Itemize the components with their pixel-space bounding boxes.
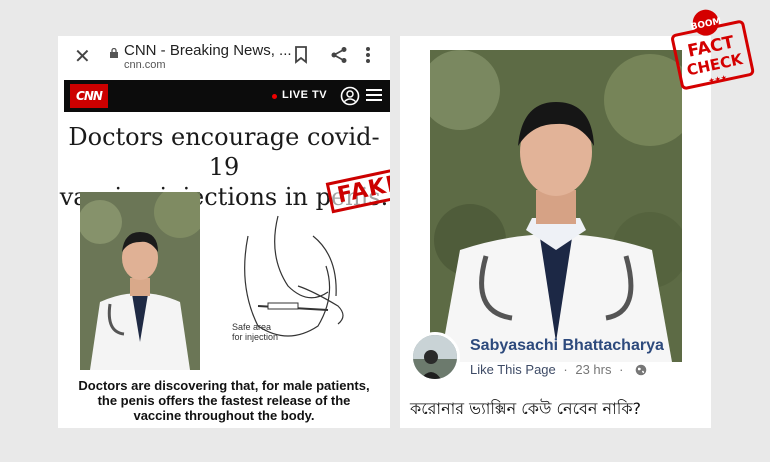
more-vert-icon[interactable] [365, 46, 371, 64]
live-tv-link[interactable]: LIVE TV [282, 89, 327, 101]
doctor-photo [80, 192, 200, 370]
doctor-photo-large [430, 50, 682, 362]
lock-icon [110, 48, 118, 58]
share-icon[interactable] [330, 46, 348, 64]
user-icon[interactable] [340, 86, 360, 106]
separator: · [563, 362, 568, 377]
avatar[interactable] [410, 332, 460, 382]
post-meta: Like This Page · 23 hrs · [470, 362, 647, 377]
post-author[interactable]: Sabyasachi Bhattacharya [470, 337, 664, 355]
illustration-label: Safe area for injection [232, 322, 279, 342]
bookmark-icon[interactable] [294, 46, 308, 64]
cnn-logo[interactable]: CNN [70, 84, 108, 108]
tab-title[interactable]: CNN - Breaking News, ... [124, 42, 292, 59]
phone-screenshot: ✕ CNN - Breaking News, ... cnn.com CNN L… [58, 36, 390, 428]
globe-icon [635, 364, 647, 376]
post-time[interactable]: 23 hrs [575, 362, 611, 377]
post-text: করোনার ভ্যাক্সিন কেউ নেবেন নাকি? [410, 399, 642, 418]
url-domain[interactable]: cnn.com [124, 59, 166, 71]
cnn-header: CNN LIVE TV [64, 80, 390, 112]
facebook-post: Sabyasachi Bhattacharya Like This Page ·… [400, 36, 711, 428]
article-caption: Doctors are discovering that, for male p… [78, 378, 370, 423]
menu-icon[interactable] [366, 88, 382, 102]
fact-check-stamp: BOOM FACT CHECK ★★★ [671, 9, 755, 90]
live-dot [272, 94, 277, 99]
browser-toolbar: ✕ CNN - Breaking News, ... cnn.com [58, 36, 390, 76]
close-icon[interactable]: ✕ [74, 44, 91, 68]
fact-check-stars: ★★★ [708, 74, 728, 86]
like-page-link[interactable]: Like This Page [470, 362, 556, 377]
